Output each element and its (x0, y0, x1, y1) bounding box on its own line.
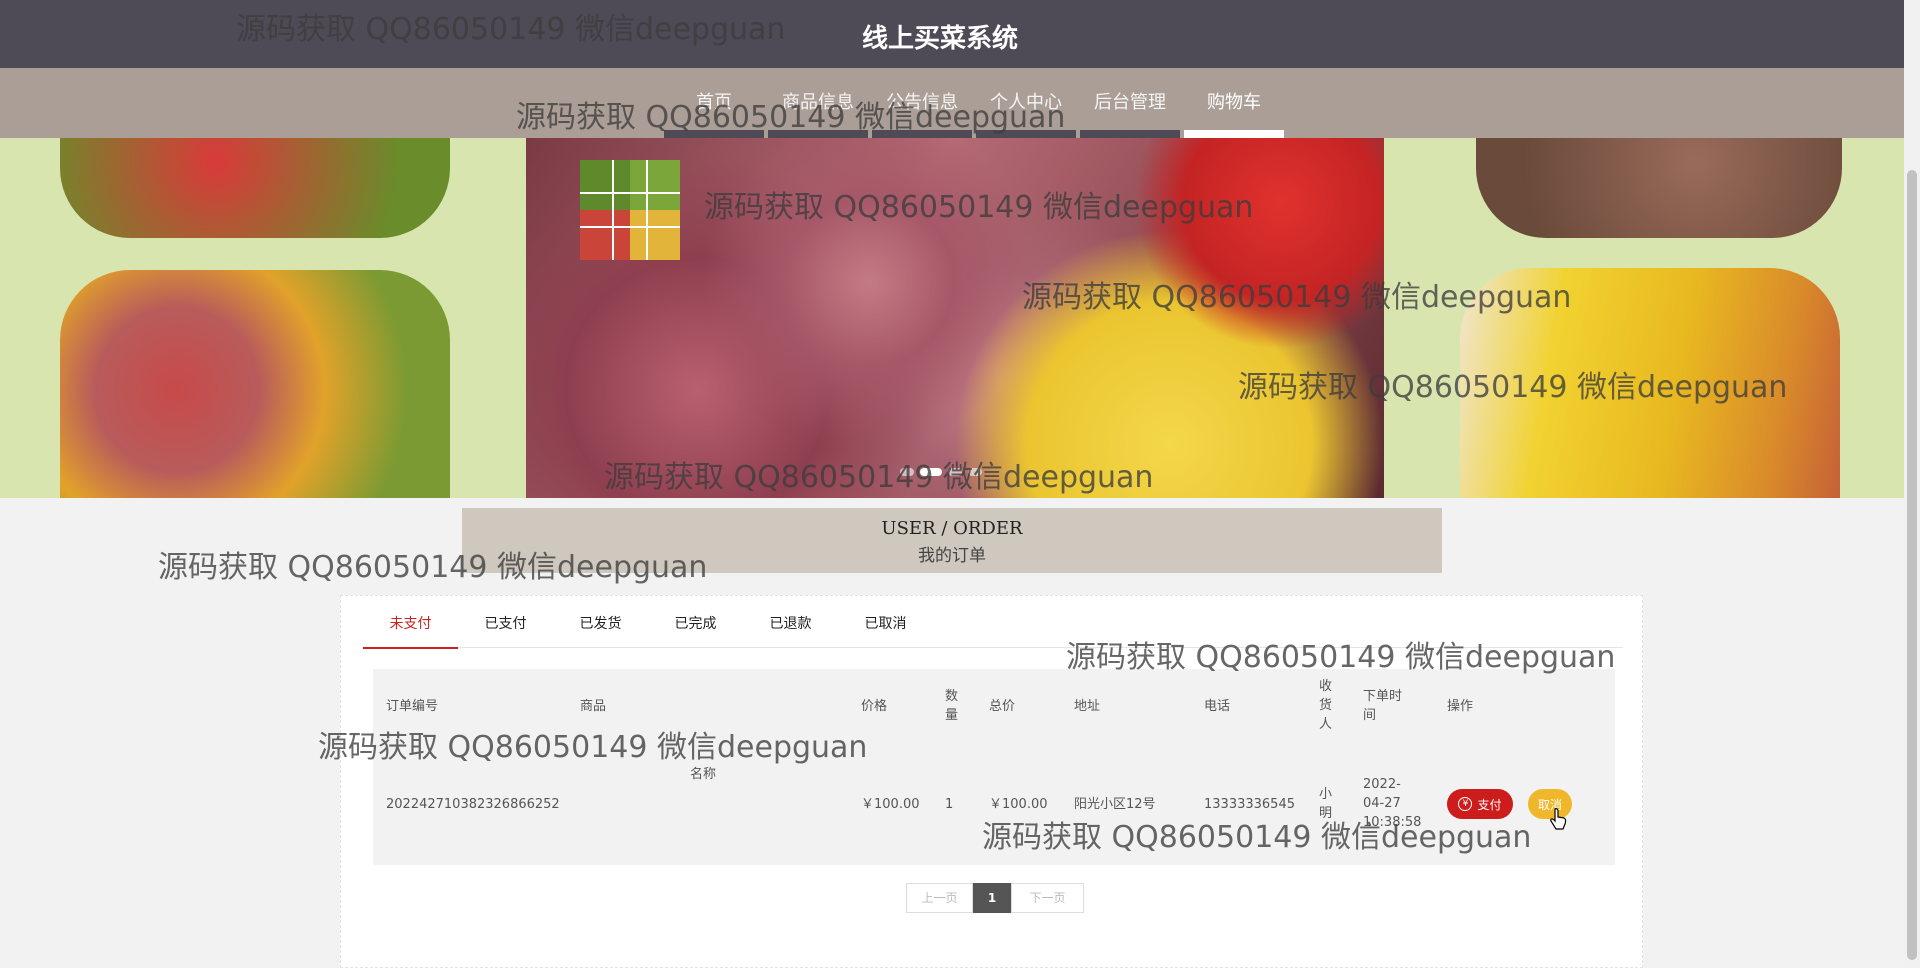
tab-shipped[interactable]: 已发货 (553, 612, 648, 647)
nav-underline (768, 130, 868, 138)
section-title-en: USER / ORDER (881, 518, 1023, 539)
banner-carousel[interactable] (0, 138, 1904, 498)
col-header-phone: 电话 (1204, 699, 1231, 714)
top-header-bar: 线上买菜系统 (0, 0, 1904, 68)
tab-unpaid[interactable]: 未支付 (363, 612, 458, 649)
col-header-product: 商品 (580, 699, 607, 714)
cell-price: ￥100.00 (861, 797, 920, 812)
banner-side-image (60, 270, 450, 498)
nav-items: 首页 商品信息 公告信息 个人中心 后台管理 购物车 (662, 68, 1286, 138)
nav-label: 个人中心 (990, 92, 1062, 113)
hand-cursor-icon (1550, 808, 1567, 830)
nav-item-cart[interactable]: 购物车 (1182, 68, 1286, 138)
nav-label: 购物车 (1207, 92, 1261, 113)
cell-order-time: 2022- 04-27 10:38:58 (1363, 777, 1422, 830)
nav-item-profile[interactable]: 个人中心 (974, 68, 1078, 138)
tab-refunded[interactable]: 已退款 (743, 612, 838, 647)
pay-button[interactable]: ¥ 支付 (1447, 789, 1513, 819)
col-header-actions: 操作 (1447, 699, 1474, 714)
cell-phone: 13333336545 (1204, 797, 1295, 812)
nav-underline (1080, 130, 1180, 138)
nav-item-products[interactable]: 商品信息 (766, 68, 870, 138)
nav-item-admin[interactable]: 后台管理 (1078, 68, 1182, 138)
nav-label: 后台管理 (1094, 92, 1166, 113)
carousel-dot[interactable] (968, 468, 982, 476)
yen-icon: ¥ (1458, 797, 1473, 811)
nav-item-home[interactable]: 首页 (662, 68, 766, 138)
banner-side-image (1460, 268, 1840, 498)
col-header-order-time: 下单时 间 (1363, 689, 1403, 723)
nav-underline (664, 130, 764, 138)
nav-underline (872, 130, 972, 138)
col-header-order-no: 订单编号 (386, 699, 439, 714)
main-nav: 首页 商品信息 公告信息 个人中心 后台管理 购物车 (0, 68, 1904, 138)
carousel-indicators (900, 468, 982, 476)
nav-underline-active (1184, 130, 1284, 138)
section-title-cn: 我的订单 (918, 546, 986, 566)
next-page-button[interactable]: 下一页 (1011, 883, 1084, 913)
nav-label: 公告信息 (886, 92, 958, 113)
nav-underline (976, 130, 1076, 138)
pagination: 上一页 1 下一页 (906, 883, 1084, 913)
cell-total: ￥100.00 (989, 797, 1048, 812)
tab-cancelled[interactable]: 已取消 (838, 612, 933, 647)
pay-button-label: 支付 (1477, 797, 1502, 812)
page-scrollbar[interactable] (1904, 0, 1920, 968)
product-thumbnail[interactable] (580, 160, 680, 260)
nav-label: 商品信息 (782, 92, 854, 113)
col-header-receiver: 收 货 人 (1319, 679, 1333, 732)
cell-product-name: 名称 (690, 767, 717, 782)
scrollbar-thumb[interactable] (1907, 170, 1917, 960)
col-header-price: 价格 (861, 699, 888, 714)
carousel-dot[interactable] (948, 468, 962, 476)
current-page-button[interactable]: 1 (973, 883, 1011, 913)
site-title: 线上买菜系统 (861, 24, 1018, 54)
tab-completed[interactable]: 已完成 (648, 612, 743, 647)
cell-address: 阳光小区12号 (1074, 797, 1156, 812)
carousel-dot[interactable] (900, 468, 914, 476)
col-header-qty: 数 量 (945, 689, 959, 723)
nav-label: 首页 (696, 92, 732, 113)
carousel-dot-active[interactable] (920, 468, 942, 476)
prev-page-button[interactable]: 上一页 (906, 883, 973, 913)
tab-paid[interactable]: 已支付 (458, 612, 553, 647)
nav-item-notices[interactable]: 公告信息 (870, 68, 974, 138)
order-status-tabs: 未支付 已支付 已发货 已完成 已退款 已取消 (363, 612, 1623, 649)
banner-side-image (60, 138, 450, 238)
col-header-address: 地址 (1074, 699, 1101, 714)
col-header-total: 总价 (989, 699, 1016, 714)
cell-qty: 1 (945, 797, 954, 812)
banner-side-image (1476, 138, 1842, 238)
section-heading: USER / ORDER 我的订单 (462, 508, 1442, 573)
cell-order-no: 20224271038232686625​2 (386, 797, 560, 812)
cell-receiver: 小 明 (1319, 787, 1333, 821)
